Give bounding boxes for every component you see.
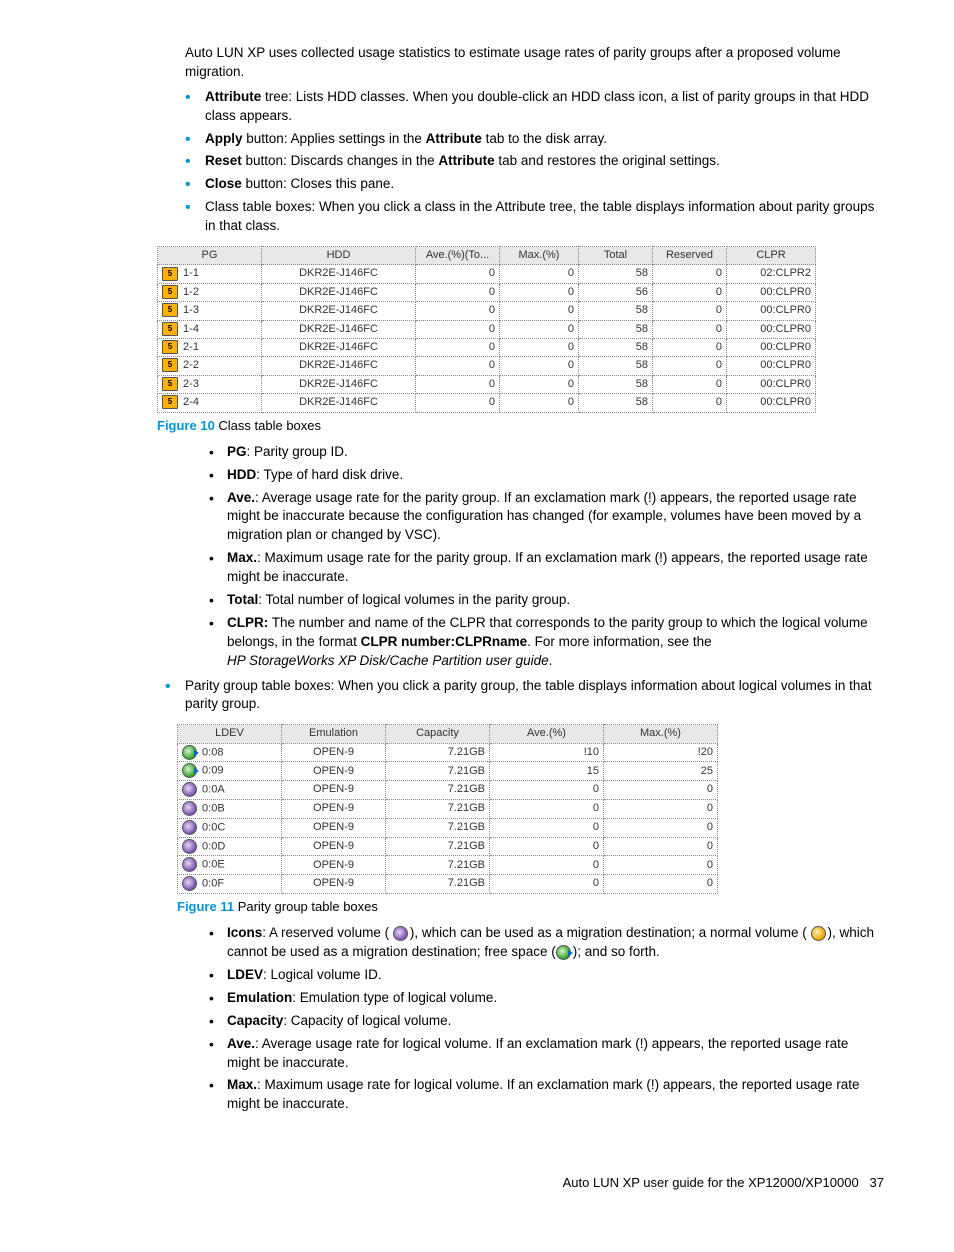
table-row: 0:09OPEN-97.21GB1525 <box>178 762 718 781</box>
volume-icon <box>182 839 197 854</box>
table-row: 0:08OPEN-97.21GB!10!20 <box>178 743 718 762</box>
parity-group-bullet: Parity group table boxes: When you click… <box>165 677 884 715</box>
volume-icon <box>182 857 197 872</box>
table-row: 0:0FOPEN-97.21GB00 <box>178 875 718 894</box>
page-footer: Auto LUN XP user guide for the XP12000/X… <box>70 1174 884 1192</box>
list-item: LDEV: Logical volume ID. <box>209 966 884 985</box>
volume-icon <box>182 763 197 778</box>
list-item: Emulation: Emulation type of logical vol… <box>209 989 884 1008</box>
parity-group-icon: 5 <box>162 377 178 391</box>
volume-icon <box>182 745 197 760</box>
volume-icon <box>182 876 197 891</box>
volume-icon <box>393 926 408 941</box>
list-item: Ave.: Average usage rate for logical vol… <box>209 1035 884 1073</box>
feature-list: Attribute tree: Lists HDD classes. When … <box>185 88 884 236</box>
column-header: Max.(%) <box>500 247 579 265</box>
column-header: Ave.(%) <box>490 725 604 743</box>
list-item: Total: Total number of logical volumes i… <box>209 591 884 610</box>
parity-group-icon: 5 <box>162 395 178 409</box>
table-row: 0:0EOPEN-97.21GB00 <box>178 856 718 875</box>
footer-text: Auto LUN XP user guide for the XP12000/X… <box>563 1175 859 1190</box>
parity-group-icon: 5 <box>162 303 178 317</box>
list-item: PG: Parity group ID. <box>209 443 884 462</box>
list-item: Apply button: Applies settings in the At… <box>185 130 884 149</box>
list-item: Class table boxes: When you click a clas… <box>185 198 884 236</box>
list-item: Ave.: Average usage rate for the parity … <box>209 489 884 546</box>
column-definitions-1: PG: Parity group ID. HDD: Type of hard di… <box>185 443 884 671</box>
volume-icon <box>556 945 571 960</box>
column-header: CLPR <box>727 247 816 265</box>
list-item: Max.: Maximum usage rate for logical vol… <box>209 1076 884 1114</box>
table-row: 0:0AOPEN-97.21GB00 <box>178 781 718 800</box>
list-item: CLPR: The number and name of the CLPR th… <box>209 614 884 671</box>
table-row: 5 1-1DKR2E-J146FC0058002:CLPR2 <box>158 265 816 283</box>
figure-label: Figure 11 <box>177 899 234 914</box>
parity-group-icon: 5 <box>162 322 178 336</box>
list-item: Icons: A reserved volume ( ), which can … <box>209 924 884 962</box>
column-header: HDD <box>262 247 416 265</box>
table-row: 5 2-3DKR2E-J146FC0058000:CLPR0 <box>158 375 816 393</box>
intro-paragraph: Auto LUN XP uses collected usage statist… <box>185 44 884 82</box>
list-item: Parity group table boxes: When you click… <box>165 677 884 715</box>
parity-group-icon: 5 <box>162 285 178 299</box>
list-item: Close button: Closes this pane. <box>185 175 884 194</box>
column-header: Emulation <box>282 725 386 743</box>
parity-group-table: LDEVEmulationCapacityAve.(%)Max.(%) 0:08… <box>177 724 718 894</box>
parity-group-icon: 5 <box>162 340 178 354</box>
volume-icon <box>182 801 197 816</box>
column-header: Reserved <box>653 247 727 265</box>
table-row: 5 1-4DKR2E-J146FC0058000:CLPR0 <box>158 320 816 338</box>
table-row: 5 2-1DKR2E-J146FC0058000:CLPR0 <box>158 338 816 356</box>
figure-label: Figure 10 <box>157 418 215 433</box>
page-content: Auto LUN XP uses collected usage statist… <box>185 44 884 1114</box>
figure-11-caption: Figure 11 Parity group table boxes <box>177 898 884 916</box>
table-row: 0:0DOPEN-97.21GB00 <box>178 837 718 856</box>
table-row: 5 2-4DKR2E-J146FC0058000:CLPR0 <box>158 394 816 412</box>
list-item: Capacity: Capacity of logical volume. <box>209 1012 884 1031</box>
class-table: PGHDDAve.(%)(To...Max.(%)TotalReservedCL… <box>157 246 816 413</box>
column-header: Max.(%) <box>604 725 718 743</box>
list-item: Reset button: Discards changes in the At… <box>185 152 884 171</box>
volume-icon <box>182 782 197 797</box>
figure-10-caption: Figure 10 Class table boxes <box>157 417 884 435</box>
table-row: 0:0BOPEN-97.21GB00 <box>178 800 718 819</box>
table-row: 5 1-2DKR2E-J146FC0056000:CLPR0 <box>158 283 816 301</box>
figure-text: Class table boxes <box>215 418 321 433</box>
page-number: 37 <box>870 1175 884 1190</box>
column-header: PG <box>158 247 262 265</box>
column-definitions-2: Icons: A reserved volume ( ), which can … <box>185 924 884 1114</box>
list-item: Attribute tree: Lists HDD classes. When … <box>185 88 884 126</box>
volume-icon <box>811 926 826 941</box>
table-row: 5 1-3DKR2E-J146FC0058000:CLPR0 <box>158 302 816 320</box>
table-row: 0:0COPEN-97.21GB00 <box>178 818 718 837</box>
figure-text: Parity group table boxes <box>234 899 378 914</box>
column-header: Ave.(%)(To... <box>416 247 500 265</box>
column-header: Total <box>579 247 653 265</box>
list-item: HDD: Type of hard disk drive. <box>209 466 884 485</box>
volume-icon <box>182 820 197 835</box>
list-item: Max.: Maximum usage rate for the parity … <box>209 549 884 587</box>
table-row: 5 2-2DKR2E-J146FC0058000:CLPR0 <box>158 357 816 375</box>
parity-group-icon: 5 <box>162 358 178 372</box>
column-header: LDEV <box>178 725 282 743</box>
column-header: Capacity <box>386 725 490 743</box>
parity-group-icon: 5 <box>162 267 178 281</box>
